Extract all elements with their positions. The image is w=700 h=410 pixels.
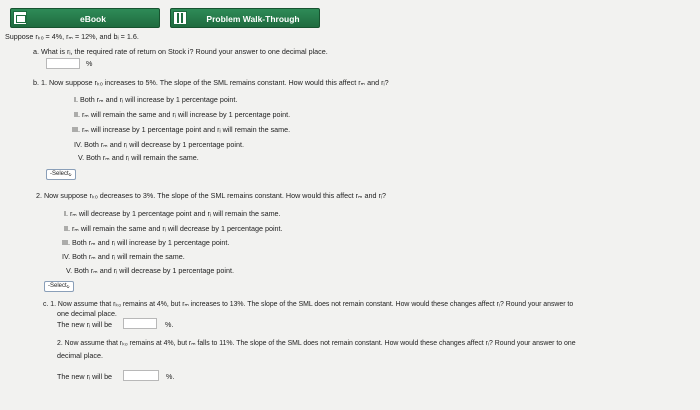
- b1-option-iv: IV. Both rₘ and rᵢ will decrease by 1 pe…: [74, 140, 244, 149]
- answer-a-unit: %: [86, 59, 93, 68]
- chevron-down-icon: ⌄: [65, 283, 71, 290]
- ebook-tab[interactable]: eBook: [10, 8, 160, 28]
- question-b1-prompt: b. 1. Now suppose rₖₒ increases to 5%. T…: [33, 78, 389, 87]
- c2-answer-input[interactable]: [123, 370, 159, 381]
- question-c2-prompt-line2: decimal place.: [57, 351, 103, 360]
- b2-option-ii: II. rₘ will remain the same and rᵢ will …: [64, 224, 283, 233]
- ebook-tab-label: eBook: [80, 14, 106, 24]
- question-c2-prompt-line1: 2. Now assume that rₖₒ remains at 4%, bu…: [57, 340, 576, 347]
- b1-option-v: V. Both rₘ and rᵢ will remain the same.: [78, 153, 199, 162]
- chevron-down-icon: ⌄: [67, 171, 73, 178]
- walkthrough-icon: [173, 11, 187, 25]
- c2-answer-unit: %.: [166, 372, 175, 381]
- c1-answer-input[interactable]: [123, 318, 157, 329]
- b2-option-iv: IV. Both rₘ and rᵢ will remain the same.: [62, 252, 185, 261]
- question-b2-prompt: 2. Now suppose rₖₒ decreases to 3%. The …: [36, 191, 387, 200]
- c2-answer-label: The new rᵢ will be: [57, 372, 113, 381]
- b2-option-v: V. Both rₘ and rᵢ will decrease by 1 per…: [66, 266, 234, 275]
- question-a-prompt: a. What is rᵢ, the required rate of retu…: [33, 47, 328, 56]
- c1-answer-unit: %.: [165, 320, 174, 329]
- b2-option-iii: III. Both rₘ and rᵢ will increase by 1 p…: [62, 238, 230, 247]
- problem-intro: Suppose rₖₒ = 4%, rₘ = 12%, and bᵢ = 1.6…: [5, 32, 139, 41]
- b1-option-iii: III. rₘ will increase by 1 percentage po…: [72, 125, 291, 134]
- walkthrough-tab-label: Problem Walk-Through: [206, 14, 300, 24]
- b1-option-ii: II. rₘ will remain the same and rᵢ will …: [74, 110, 291, 119]
- question-c1-prompt-line2: one decimal place.: [57, 309, 117, 318]
- b2-answer-select[interactable]: -Select- ⌄: [44, 281, 74, 292]
- b1-answer-select[interactable]: -Select- ⌄: [46, 169, 76, 180]
- b1-option-i: I. Both rₘ and rᵢ will increase by 1 per…: [74, 95, 238, 104]
- c1-answer-label: The new rᵢ will be: [57, 320, 113, 329]
- b2-option-i: I. rₘ will decrease by 1 percentage poin…: [64, 209, 281, 218]
- question-c1-prompt-line1: c. 1. Now assume that rₖₒ remains at 4%,…: [43, 301, 574, 308]
- book-icon: [13, 11, 27, 25]
- problem-walkthrough-tab[interactable]: Problem Walk-Through: [170, 8, 320, 28]
- answer-a-input[interactable]: [46, 58, 80, 69]
